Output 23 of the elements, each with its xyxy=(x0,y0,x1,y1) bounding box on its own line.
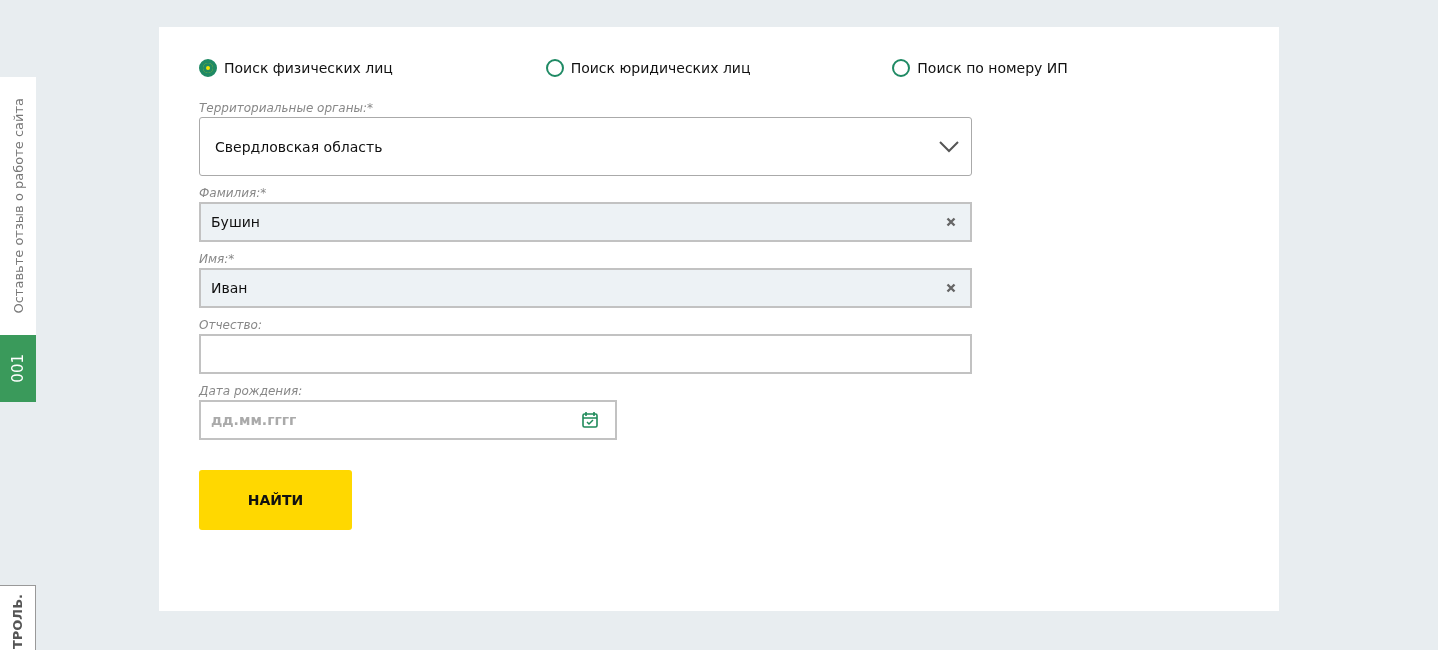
side-tab[interactable]: ТРОЛЬ. xyxy=(0,585,36,650)
field-label: Фамилия:* xyxy=(199,185,268,202)
input-field[interactable]: Бушин xyxy=(199,202,972,242)
input-field[interactable]: Иван xyxy=(199,268,972,308)
radio-icon[interactable] xyxy=(199,59,217,77)
field-label: Отчество: xyxy=(199,317,263,334)
search-mode-radio[interactable]: Поиск физических лиц xyxy=(199,57,546,79)
search-mode-radio[interactable]: Поиск по номеру ИП xyxy=(892,57,1239,79)
counter-tab[interactable]: 001 xyxy=(0,335,36,402)
calendar-icon[interactable] xyxy=(581,411,599,429)
feedback-tab[interactable]: Оставьте отзыв о работе сайта xyxy=(0,77,36,335)
region-select[interactable]: Свердловская область xyxy=(199,117,972,176)
input-field[interactable] xyxy=(199,334,972,374)
search-mode-radio[interactable]: Поиск юридических лиц xyxy=(545,57,893,79)
clear-icon[interactable] xyxy=(946,283,956,293)
field-label: Дата рождения: xyxy=(199,383,304,400)
search-button[interactable]: НАЙТИ xyxy=(199,470,352,530)
radio-icon[interactable] xyxy=(545,59,564,77)
field-label: Территориальные органы:* xyxy=(199,100,375,117)
chevron-down-icon xyxy=(939,140,959,153)
field-label: Имя:* xyxy=(199,251,236,268)
clear-icon[interactable] xyxy=(946,217,956,227)
radio-icon[interactable] xyxy=(892,59,911,77)
